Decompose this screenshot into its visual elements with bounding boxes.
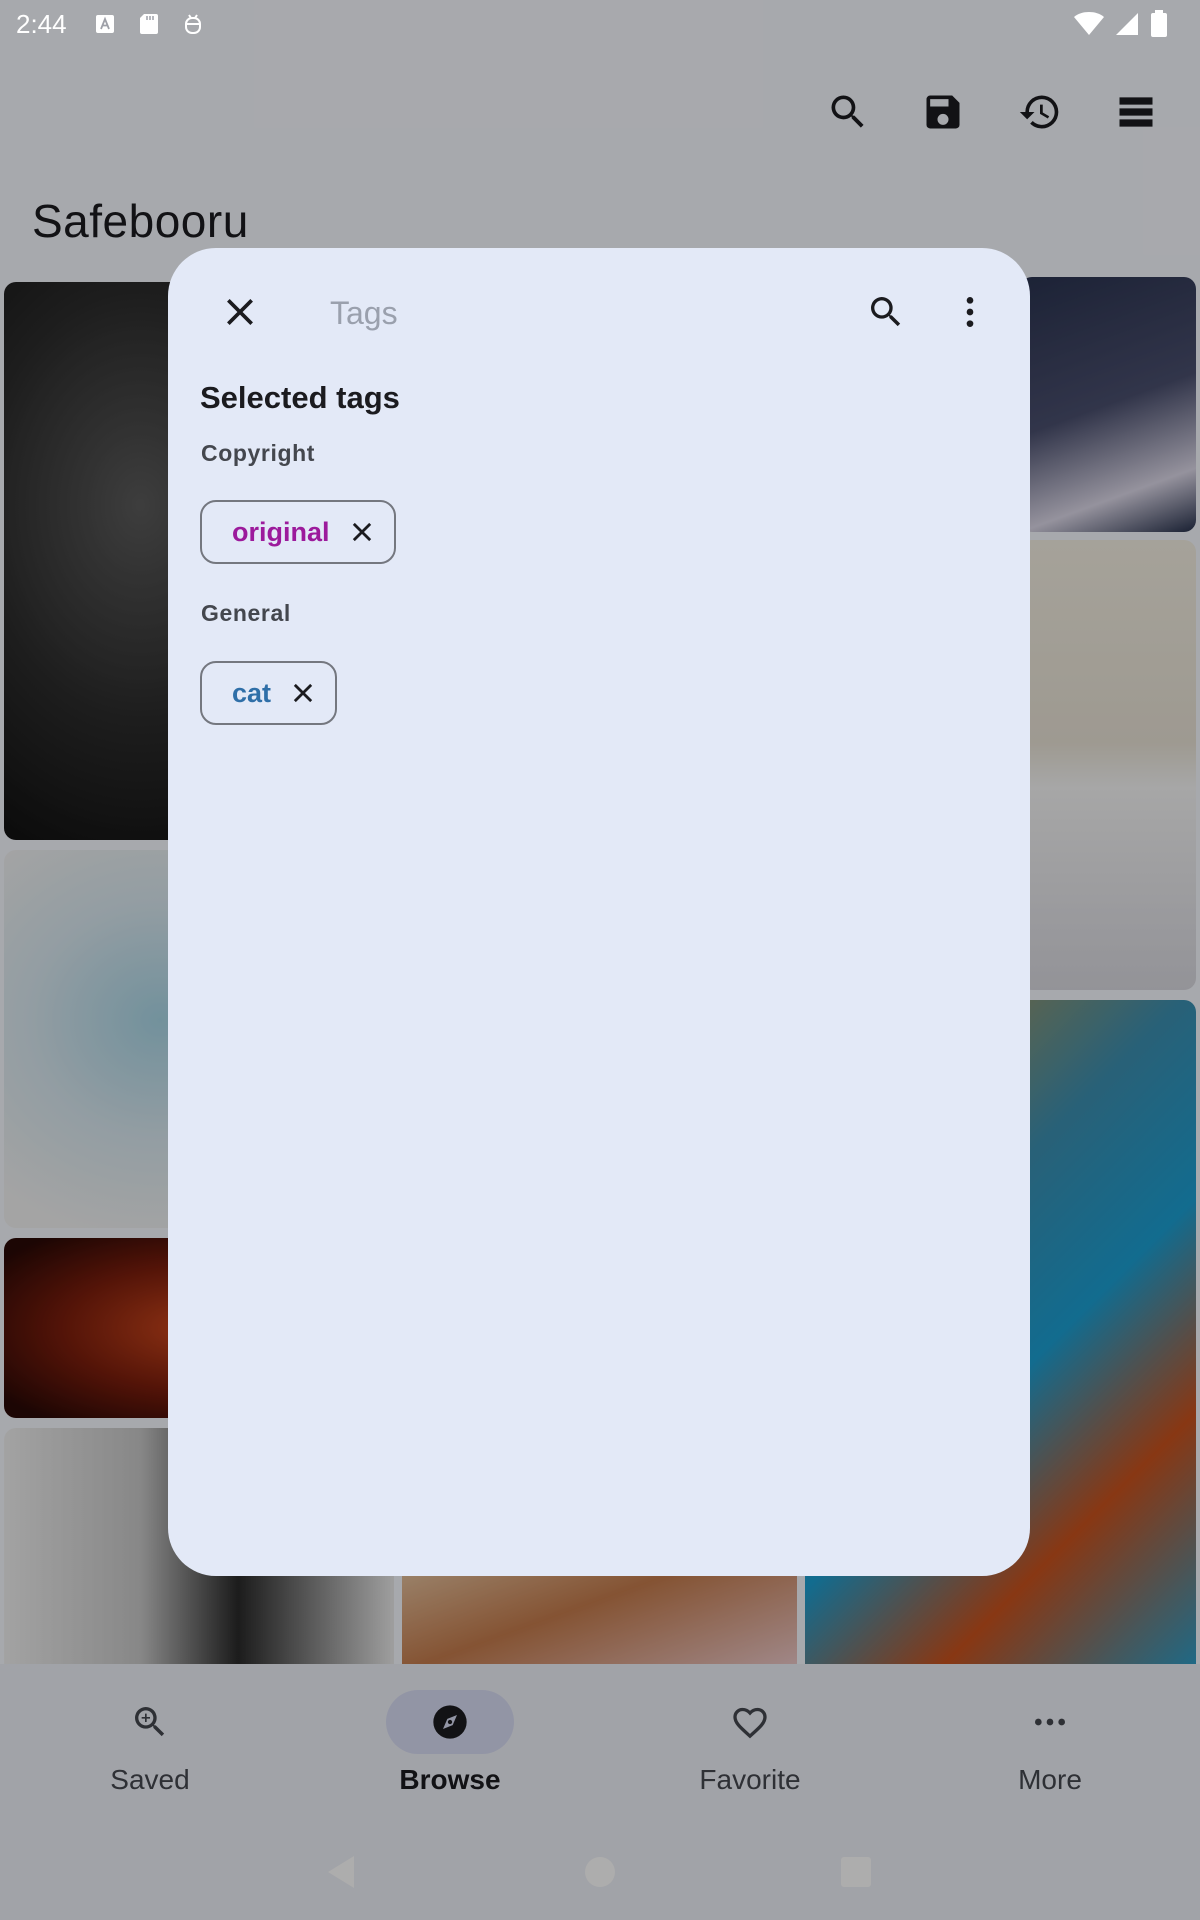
tag-group-label-copyright: Copyright xyxy=(201,440,315,466)
tags-search-input[interactable] xyxy=(328,286,828,340)
notification-icons xyxy=(94,12,204,36)
font-notification-icon xyxy=(96,15,114,33)
search-icon xyxy=(871,297,901,327)
close-icon xyxy=(227,299,253,325)
remove-tag-button[interactable] xyxy=(346,516,378,548)
status-time: 2:44 xyxy=(16,9,67,39)
selected-tags-heading: Selected tags xyxy=(200,380,400,415)
tag-chip-label: cat xyxy=(232,677,272,708)
sd-card-icon xyxy=(140,14,158,34)
more-vertical-icon xyxy=(966,297,974,327)
close-icon xyxy=(352,522,371,542)
cellular-signal-icon xyxy=(1116,13,1138,35)
tag-group-label-general: General xyxy=(201,600,291,626)
battery-icon xyxy=(1151,10,1167,37)
search-button[interactable] xyxy=(858,284,914,340)
status-bar: 2:44 xyxy=(0,0,1200,48)
close-button[interactable] xyxy=(212,284,268,340)
tag-chip-original[interactable]: original xyxy=(200,500,396,564)
tag-chip-cat[interactable]: cat xyxy=(200,661,338,725)
wifi-icon xyxy=(1074,12,1104,35)
more-options-button[interactable] xyxy=(942,284,998,340)
tags-dialog: Selected tags Copyright original General… xyxy=(168,248,1030,1576)
android-debug-icon xyxy=(185,14,201,34)
tag-chip-label: original xyxy=(232,516,330,547)
system-status-icons xyxy=(1074,10,1168,38)
remove-tag-button[interactable] xyxy=(287,677,319,709)
close-icon xyxy=(293,683,313,703)
